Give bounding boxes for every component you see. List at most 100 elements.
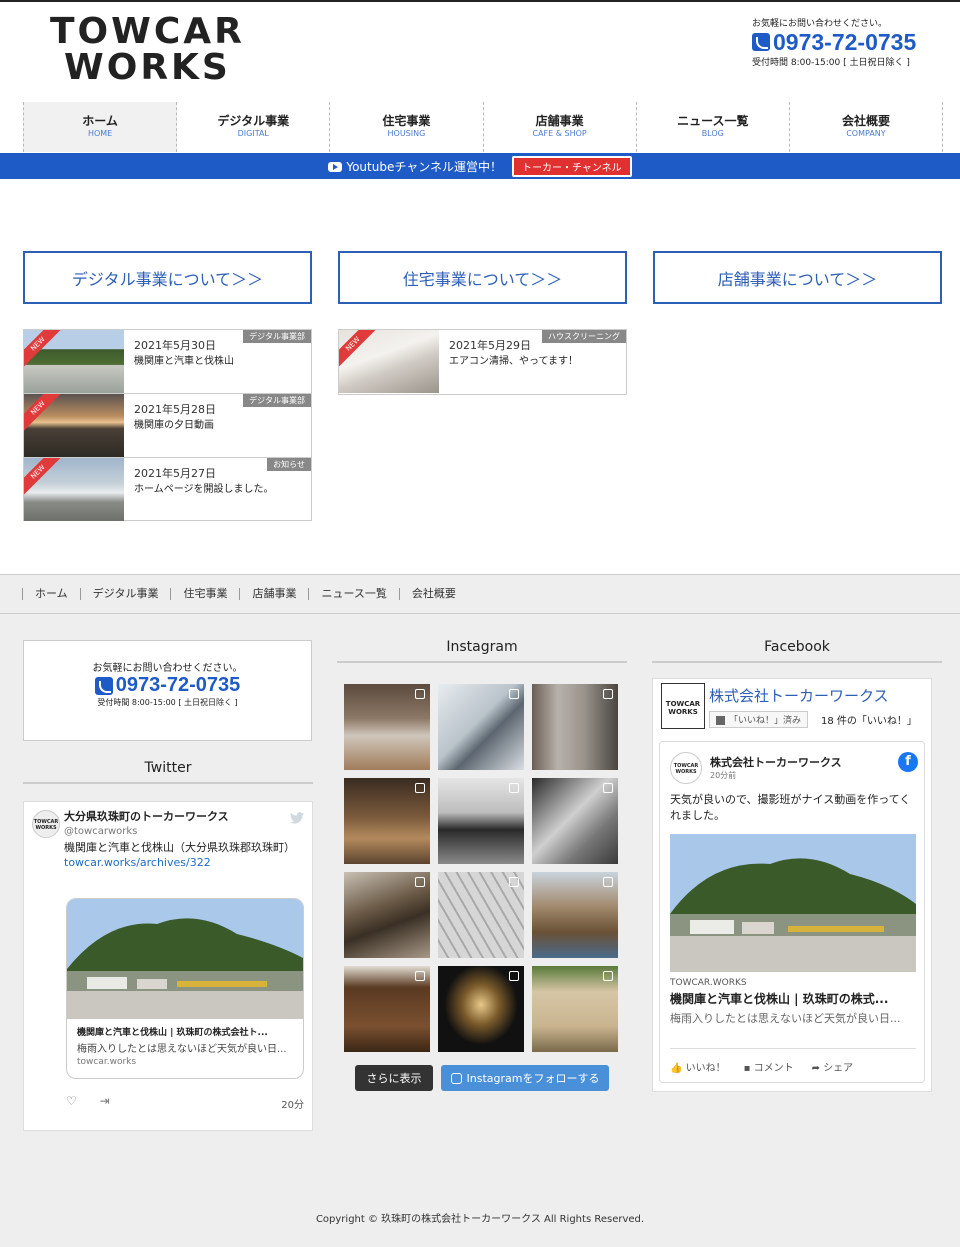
instagram-photo[interactable] — [532, 872, 618, 958]
nav-label: デジタル事業 — [217, 114, 290, 128]
facebook-like-button[interactable]: 「いいね！」済み — [709, 711, 809, 728]
comment-icon: ▪ — [743, 1063, 751, 1074]
post-thumbnail[interactable]: NEW — [339, 330, 439, 393]
twitter-bird-icon — [290, 812, 304, 824]
service-digital-button[interactable]: デジタル事業について＞＞ — [23, 251, 312, 304]
facebook-share-action-label: シェア — [823, 1063, 854, 1074]
twitter-avatar[interactable]: TOWCAR WORKS — [32, 810, 60, 838]
instagram-photo[interactable] — [532, 966, 618, 1052]
facebook-post-time[interactable]: 20分前 — [710, 770, 736, 781]
twitter-name[interactable]: 大分県玖珠町のトーカーワークス — [64, 808, 229, 824]
nav-label: ホーム — [82, 114, 118, 128]
tweet-body: 機関庫と汽車と伐株山（大分県玖珠郡玖珠町） — [64, 841, 295, 854]
instagram-photo[interactable] — [438, 872, 524, 958]
nav-digital[interactable]: デジタル事業 DIGITAL — [177, 102, 331, 152]
instagram-photo[interactable] — [438, 684, 524, 770]
logo-line2: WORKS — [64, 47, 231, 88]
category-badge[interactable]: デジタル事業部 — [243, 394, 311, 407]
copyright: Copyright © 玖珠町の株式会社トーカーワークス All Rights … — [315, 1214, 645, 1225]
post-thumbnail[interactable]: NEW — [24, 458, 124, 521]
site-logo[interactable]: TOWCAR WORKS — [50, 14, 245, 86]
tweet-time[interactable]: 20分 — [281, 1096, 304, 1111]
facebook-square-icon — [716, 716, 725, 725]
instagram-photo[interactable] — [438, 778, 524, 864]
list-item[interactable]: NEW 2021年5月28日 機関庫の夕日動画 デジタル事業部 — [24, 394, 311, 458]
facebook-icon[interactable]: f — [898, 752, 918, 772]
youtube-text: Youtubeチャンネル運営中！ — [346, 159, 502, 174]
instagram-follow-label: Instagramをフォローする — [466, 1072, 600, 1085]
instagram-photo[interactable] — [344, 872, 430, 958]
facebook-link-title[interactable]: 機関庫と汽車と伐株山 | 玖珠町の株式... — [670, 990, 916, 1007]
instagram-follow-button[interactable]: Instagramをフォローする — [441, 1065, 609, 1091]
category-badge[interactable]: お知らせ — [267, 458, 311, 471]
facebook-like-action[interactable]: 👍 いいね！ — [670, 1059, 726, 1074]
footer-contact-box: お気軽にお問い合わせください。 0973-72-0735 受付時間 8:00-1… — [23, 640, 312, 741]
post-list-housing: NEW 2021年5月29日 エアコン清掃、やってます！ ハウスクリーニング — [338, 329, 627, 395]
post-title[interactable]: エアコン清掃、やってます！ — [449, 354, 578, 370]
twitter-handle[interactable]: @towcarworks — [64, 826, 137, 837]
post-thumbnail[interactable]: NEW — [24, 330, 124, 393]
facebook-like-count: 18 件の「いいね！」 — [821, 716, 917, 727]
tweet-text: 機関庫と汽車と伐株山（大分県玖珠郡玖珠町） towcar.works/archiv… — [64, 840, 304, 870]
header-phone[interactable]: 0973-72-0735 — [752, 29, 942, 55]
instagram-title: Instagram — [337, 639, 627, 663]
share-icon[interactable]: ⇥ — [100, 1094, 110, 1108]
facebook-post-image[interactable] — [670, 834, 916, 972]
nav-housing[interactable]: 住宅事業 HOUSING — [330, 102, 484, 152]
new-badge: NEW — [24, 394, 64, 434]
category-badge[interactable]: デジタル事業部 — [243, 330, 311, 343]
twitter-timeline[interactable]: TOWCAR WORKS 大分県玖珠町のトーカーワークス @towcarworks… — [23, 801, 313, 1131]
facebook-post-message: 天気が良いので、撮影班がナイス動画を作ってくれました。 — [670, 793, 911, 822]
nav-blog[interactable]: ニュース一覧 BLOG — [637, 102, 790, 152]
footer-phone[interactable]: 0973-72-0735 — [24, 674, 311, 697]
post-title[interactable]: 機関庫と汽車と伐株山 — [134, 354, 234, 370]
instagram-photo[interactable] — [438, 966, 524, 1052]
facebook-page-avatar[interactable]: TOWCAR WORKS — [661, 683, 705, 729]
instagram-more-button[interactable]: さらに表示 — [355, 1065, 433, 1091]
footer-nav-shop[interactable]: 店舗事業 — [239, 588, 308, 600]
share-arrow-icon: ➦ — [811, 1063, 820, 1074]
list-item[interactable]: NEW 2021年5月29日 エアコン清掃、やってます！ ハウスクリーニング — [339, 330, 626, 394]
footer-nav-company[interactable]: 会社概要 — [398, 588, 468, 600]
service-housing-button[interactable]: 住宅事業について＞＞ — [338, 251, 627, 304]
instagram-photo[interactable] — [344, 966, 430, 1052]
heart-icon[interactable]: ♡ — [66, 1094, 77, 1108]
facebook-post-name[interactable]: 株式会社トーカーワークス — [710, 754, 842, 770]
footer-nav-housing[interactable]: 住宅事業 — [170, 588, 239, 600]
nav-shop[interactable]: 店舗事業 CAFE & SHOP — [484, 102, 637, 152]
list-item[interactable]: NEW 2021年5月30日 機関庫と汽車と伐株山 デジタル事業部 — [24, 330, 311, 394]
tweet-card[interactable]: 機関庫と汽車と伐株山 | 玖珠町の株式会社ト... 梅雨入りしたとは思えないほど… — [66, 898, 304, 1079]
footer-nav-digital[interactable]: デジタル事業 — [79, 588, 171, 600]
footer-contact-hours: 受付時間 8:00-15:00 [ 土日祝日除く ] — [97, 698, 238, 707]
facebook-comment-action-label: コメント — [753, 1063, 794, 1074]
youtube-channel-button[interactable]: トーカー・チャンネル — [511, 155, 632, 177]
facebook-share-action[interactable]: ➦ シェア — [812, 1059, 854, 1074]
nav-company[interactable]: 会社概要 COMPANY — [790, 102, 944, 152]
logo-line1: TOWCAR — [50, 11, 245, 52]
facebook-page-name[interactable]: 株式会社トーカーワークス — [709, 685, 889, 706]
instagram-photo[interactable] — [344, 684, 430, 770]
instagram-photo[interactable] — [532, 684, 618, 770]
footer-nav-blog[interactable]: ニュース一覧 — [308, 588, 398, 600]
service-shop-button[interactable]: 店舗事業について＞＞ — [653, 251, 942, 304]
phone-icon — [94, 676, 113, 695]
footer-nav-home[interactable]: ホーム — [22, 588, 80, 600]
facebook-comment-action[interactable]: ▪ コメント — [744, 1059, 794, 1074]
nav-home[interactable]: ホーム HOME — [23, 102, 178, 152]
footer-contact-lead: お気軽にお問い合わせください。 — [92, 663, 243, 674]
instagram-photo[interactable] — [532, 778, 618, 864]
post-title[interactable]: ホームページを開設しました。 — [134, 482, 274, 498]
post-title[interactable]: 機関庫の夕日動画 — [134, 418, 216, 434]
tweet-link[interactable]: towcar.works/archives/322 — [64, 856, 211, 869]
youtube-text-wrap: Youtubeチャンネル運営中！ — [328, 158, 502, 175]
instagram-photo[interactable] — [344, 778, 430, 864]
list-item[interactable]: NEW 2021年5月27日 ホームページを開設しました。 お知らせ — [24, 458, 311, 522]
nav-label: 会社概要 — [841, 114, 890, 128]
twitter-title: Twitter — [23, 760, 313, 784]
facebook-post-avatar[interactable]: TOWCAR WORKS — [670, 752, 702, 784]
category-badge[interactable]: ハウスクリーニング — [542, 330, 626, 343]
post-thumbnail[interactable]: NEW — [24, 394, 124, 457]
nav-label: ニュース一覧 — [677, 114, 749, 128]
facebook-widget: TOWCAR WORKS 株式会社トーカーワークス 「いいね！」済み 18 件の「… — [652, 678, 932, 1092]
new-badge: NEW — [24, 458, 64, 498]
